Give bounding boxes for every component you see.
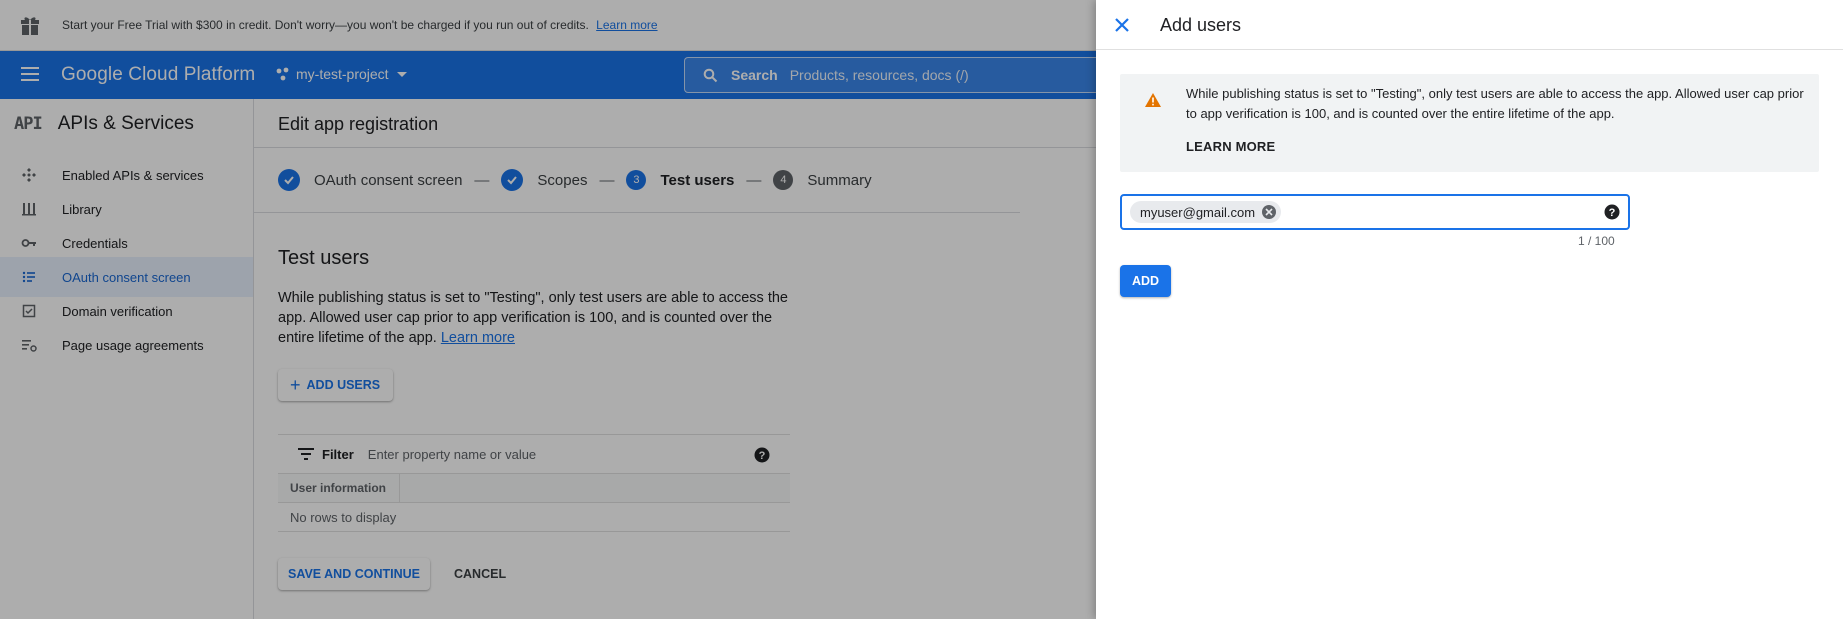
notice-text: While publishing status is set to "Testi… <box>1186 86 1804 121</box>
close-icon[interactable] <box>1112 15 1132 35</box>
add-users-panel: Add users While publishing status is set… <box>1096 0 1843 619</box>
remove-chip-icon[interactable] <box>1261 204 1277 220</box>
testing-status-notice: While publishing status is set to "Testi… <box>1120 74 1819 172</box>
learn-more-button[interactable]: LEARN MORE <box>1186 139 1275 154</box>
user-count: 1 / 100 <box>1578 234 1615 248</box>
panel-header: Add users <box>1096 0 1843 50</box>
email-chip: myuser@gmail.com <box>1130 201 1282 223</box>
panel-title: Add users <box>1160 15 1242 35</box>
warning-icon <box>1145 93 1161 107</box>
chip-label: myuser@gmail.com <box>1140 204 1256 220</box>
add-button[interactable]: ADD <box>1120 265 1171 297</box>
user-email-input[interactable]: myuser@gmail.com ? <box>1120 194 1630 230</box>
help-icon[interactable]: ? <box>1604 204 1620 220</box>
svg-text:?: ? <box>1609 207 1616 219</box>
modal-backdrop[interactable] <box>0 0 1096 619</box>
cloud-console: Start your Free Trial with $300 in credi… <box>0 0 1843 619</box>
